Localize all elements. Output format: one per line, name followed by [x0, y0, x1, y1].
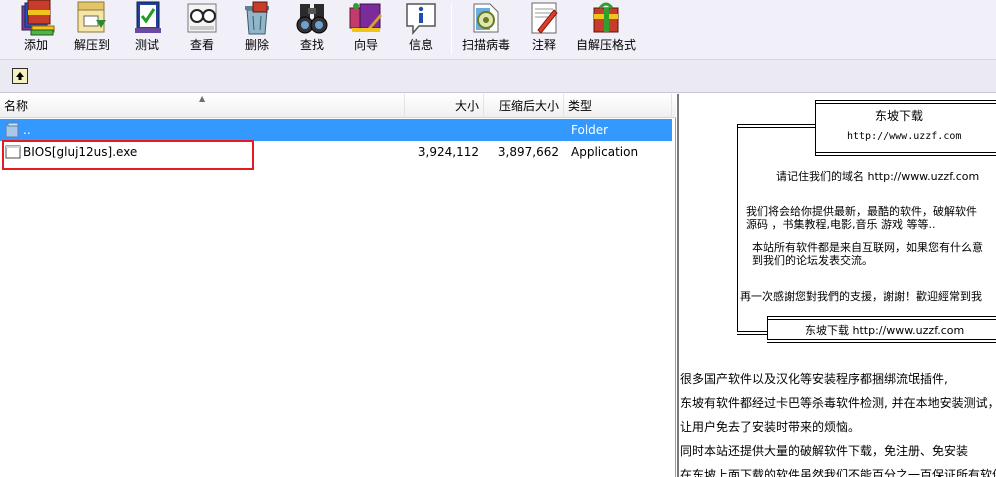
- column-size-label: 大小: [454, 99, 479, 113]
- file-name: BIOS[gluj12us].exe: [23, 145, 138, 159]
- column-name-label: 名称: [4, 99, 29, 113]
- file-type: Folder: [571, 123, 609, 137]
- footer-left-edge: [767, 316, 768, 340]
- sort-ascending-icon: ▲: [199, 94, 206, 103]
- add-label: 添加: [23, 38, 48, 52]
- note-line-4: 同时本站还提供大量的破解软件下载，免注册、免安装: [680, 444, 969, 458]
- find-button[interactable]: 查找: [288, 0, 336, 58]
- view-button[interactable]: 查看: [178, 0, 226, 58]
- banner-url: http://www.uzzf.com: [847, 131, 962, 142]
- add-archive-icon: [16, 0, 56, 36]
- banner-connector: [737, 124, 815, 125]
- info-label: 信息: [408, 38, 433, 52]
- toolbar: 添加 解压到 测试 查看 删除 查找 向导 信息 扫描病毒 注释 自解压格式: [0, 0, 996, 60]
- delete-icon: [237, 0, 277, 36]
- bottom-connector-2: [737, 334, 767, 335]
- thanks-text: 再一次感謝您對我們的支援，謝謝！歡迎經常到我: [740, 290, 982, 303]
- test-archive-icon: [127, 0, 167, 36]
- frame-left-edge: [737, 124, 738, 332]
- sfx-button[interactable]: 自解压格式: [574, 0, 638, 58]
- test-label: 测试: [134, 38, 159, 52]
- find-label: 查找: [299, 38, 324, 52]
- banner-top-rule-2: [815, 103, 996, 104]
- note-line-3: 让用户免去了安装时带来的烦恼。: [680, 420, 861, 434]
- info-icon: [401, 0, 441, 36]
- footer-bottom-rule-2: [767, 342, 996, 343]
- footer-top-rule: [767, 316, 996, 317]
- comment-icon: [524, 0, 564, 36]
- offer-line-2: 源码 ，书集教程,电影,音乐 游戏 等等..: [746, 218, 936, 231]
- view-label: 查看: [189, 38, 214, 52]
- folder-icon: [5, 122, 21, 138]
- extract-to-label: 解压到: [73, 38, 110, 52]
- delete-label: 删除: [244, 38, 269, 52]
- toolbar-separator: [451, 4, 452, 54]
- wizard-icon: [346, 0, 386, 36]
- source-line-2: 到我们的论坛发表交流。: [752, 254, 873, 267]
- sfx-icon: [586, 0, 626, 36]
- extract-to-icon: [72, 0, 112, 36]
- comment-button[interactable]: 注释: [520, 0, 568, 58]
- wizard-label: 向导: [353, 38, 378, 52]
- column-header: 名称 ▲ 大小 压缩后大小 类型: [0, 94, 676, 118]
- banner-connector-2: [737, 127, 815, 128]
- footer-banner: 东坡下载 http://www.uzzf.com: [805, 324, 965, 337]
- path-bar: [0, 60, 996, 93]
- virus-scan-icon: [466, 0, 506, 36]
- file-packed-size: [484, 119, 559, 141]
- note-line-1: 很多国产软件以及汉化等安装程序都捆绑流氓插件,: [680, 372, 948, 386]
- comment-preview-pane: 东坡下载 http://www.uzzf.com 请记住我们的域名 http:/…: [677, 94, 996, 477]
- column-size[interactable]: 大小: [405, 94, 484, 118]
- sfx-label: 自解压格式: [575, 38, 636, 52]
- find-icon: [292, 0, 332, 36]
- banner-left-edge: [815, 100, 816, 156]
- file-packed-size: 3,897,662: [497, 145, 559, 159]
- note-line-5: 在东坡上面下载的软件虽然我们不能百分之一百保证所有软件: [680, 468, 996, 477]
- bottom-connector: [737, 331, 767, 332]
- banner-top-rule: [815, 100, 996, 101]
- file-size: [405, 119, 479, 141]
- column-packed-label: 压缩后大小: [498, 99, 559, 113]
- up-arrow-icon: [16, 72, 24, 80]
- file-type: Application: [571, 145, 639, 159]
- column-type-label: 类型: [568, 99, 593, 113]
- file-list[interactable]: 名称 ▲ 大小 压缩后大小 类型 .. Folder BIOS[gluj12us…: [0, 94, 676, 477]
- footer-bottom-rule: [767, 339, 996, 340]
- virus-scan-label: 扫描病毒: [461, 38, 510, 52]
- file-name: ..: [23, 123, 31, 137]
- file-row-parent-folder[interactable]: .. Folder: [0, 119, 672, 141]
- info-button[interactable]: 信息: [397, 0, 445, 58]
- view-icon: [182, 0, 222, 36]
- remember-domain-text: 请记住我们的域名 http://www.uzzf.com: [776, 170, 980, 183]
- footer-top-rule-2: [767, 319, 996, 320]
- column-type[interactable]: 类型: [564, 94, 672, 118]
- delete-button[interactable]: 删除: [233, 0, 281, 58]
- virus-scan-button[interactable]: 扫描病毒: [458, 0, 514, 58]
- wizard-button[interactable]: 向导: [342, 0, 390, 58]
- banner-bottom-rule-2: [815, 155, 996, 156]
- column-packed-size[interactable]: 压缩后大小: [484, 94, 564, 118]
- banner-title: 东坡下载: [875, 109, 924, 123]
- file-icon: [5, 144, 21, 160]
- note-line-2: 东坡有软件都经过卡巴等杀毒软件检测, 并在本地安装测试，: [680, 396, 996, 410]
- add-button[interactable]: 添加: [12, 0, 60, 58]
- extract-to-button[interactable]: 解压到: [68, 0, 116, 58]
- up-folder-button[interactable]: [12, 68, 28, 84]
- file-size: 3,924,112: [417, 145, 479, 159]
- test-button[interactable]: 测试: [123, 0, 171, 58]
- file-row-bios-exe[interactable]: BIOS[gluj12us].exe 3,924,112 3,897,662 A…: [0, 141, 672, 163]
- comment-label: 注释: [531, 38, 556, 52]
- banner-bottom-rule: [815, 152, 996, 153]
